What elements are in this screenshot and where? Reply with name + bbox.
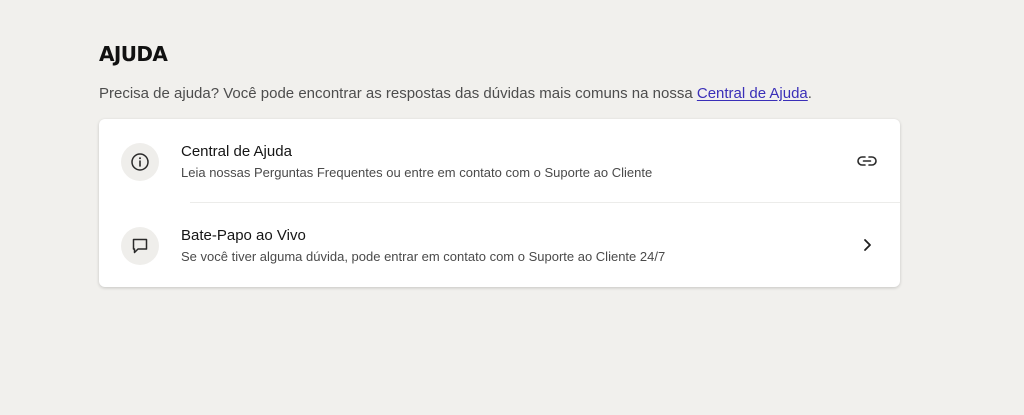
chat-icon [121,227,159,265]
help-option-description: Leia nossas Perguntas Frequentes ou entr… [181,165,653,180]
info-icon [121,143,159,181]
intro-text: Precisa de ajuda? Você pode encontrar as… [99,85,900,103]
help-section: AJUDA Precisa de ajuda? Você pode encont… [99,42,900,287]
help-center-link[interactable]: Central de Ajuda [697,85,808,102]
help-options-card: Central de Ajuda Leia nossas Perguntas F… [99,119,900,287]
intro-text-after: . [807,85,812,102]
help-option-title: Bate-Papo ao Vivo [181,227,306,244]
help-option-live-chat[interactable]: Bate-Papo ao Vivo Se você tiver alguma d… [99,203,900,287]
page-title: AJUDA [99,42,168,66]
chevron-right-icon[interactable] [856,235,878,255]
help-option-description: Se você tiver alguma dúvida, pode entrar… [181,249,666,264]
link-icon[interactable] [856,151,878,171]
help-option-help-center[interactable]: Central de Ajuda Leia nossas Perguntas F… [99,119,900,203]
intro-text-before: Precisa de ajuda? Você pode encontrar as… [99,85,697,102]
help-option-title: Central de Ajuda [181,143,292,160]
